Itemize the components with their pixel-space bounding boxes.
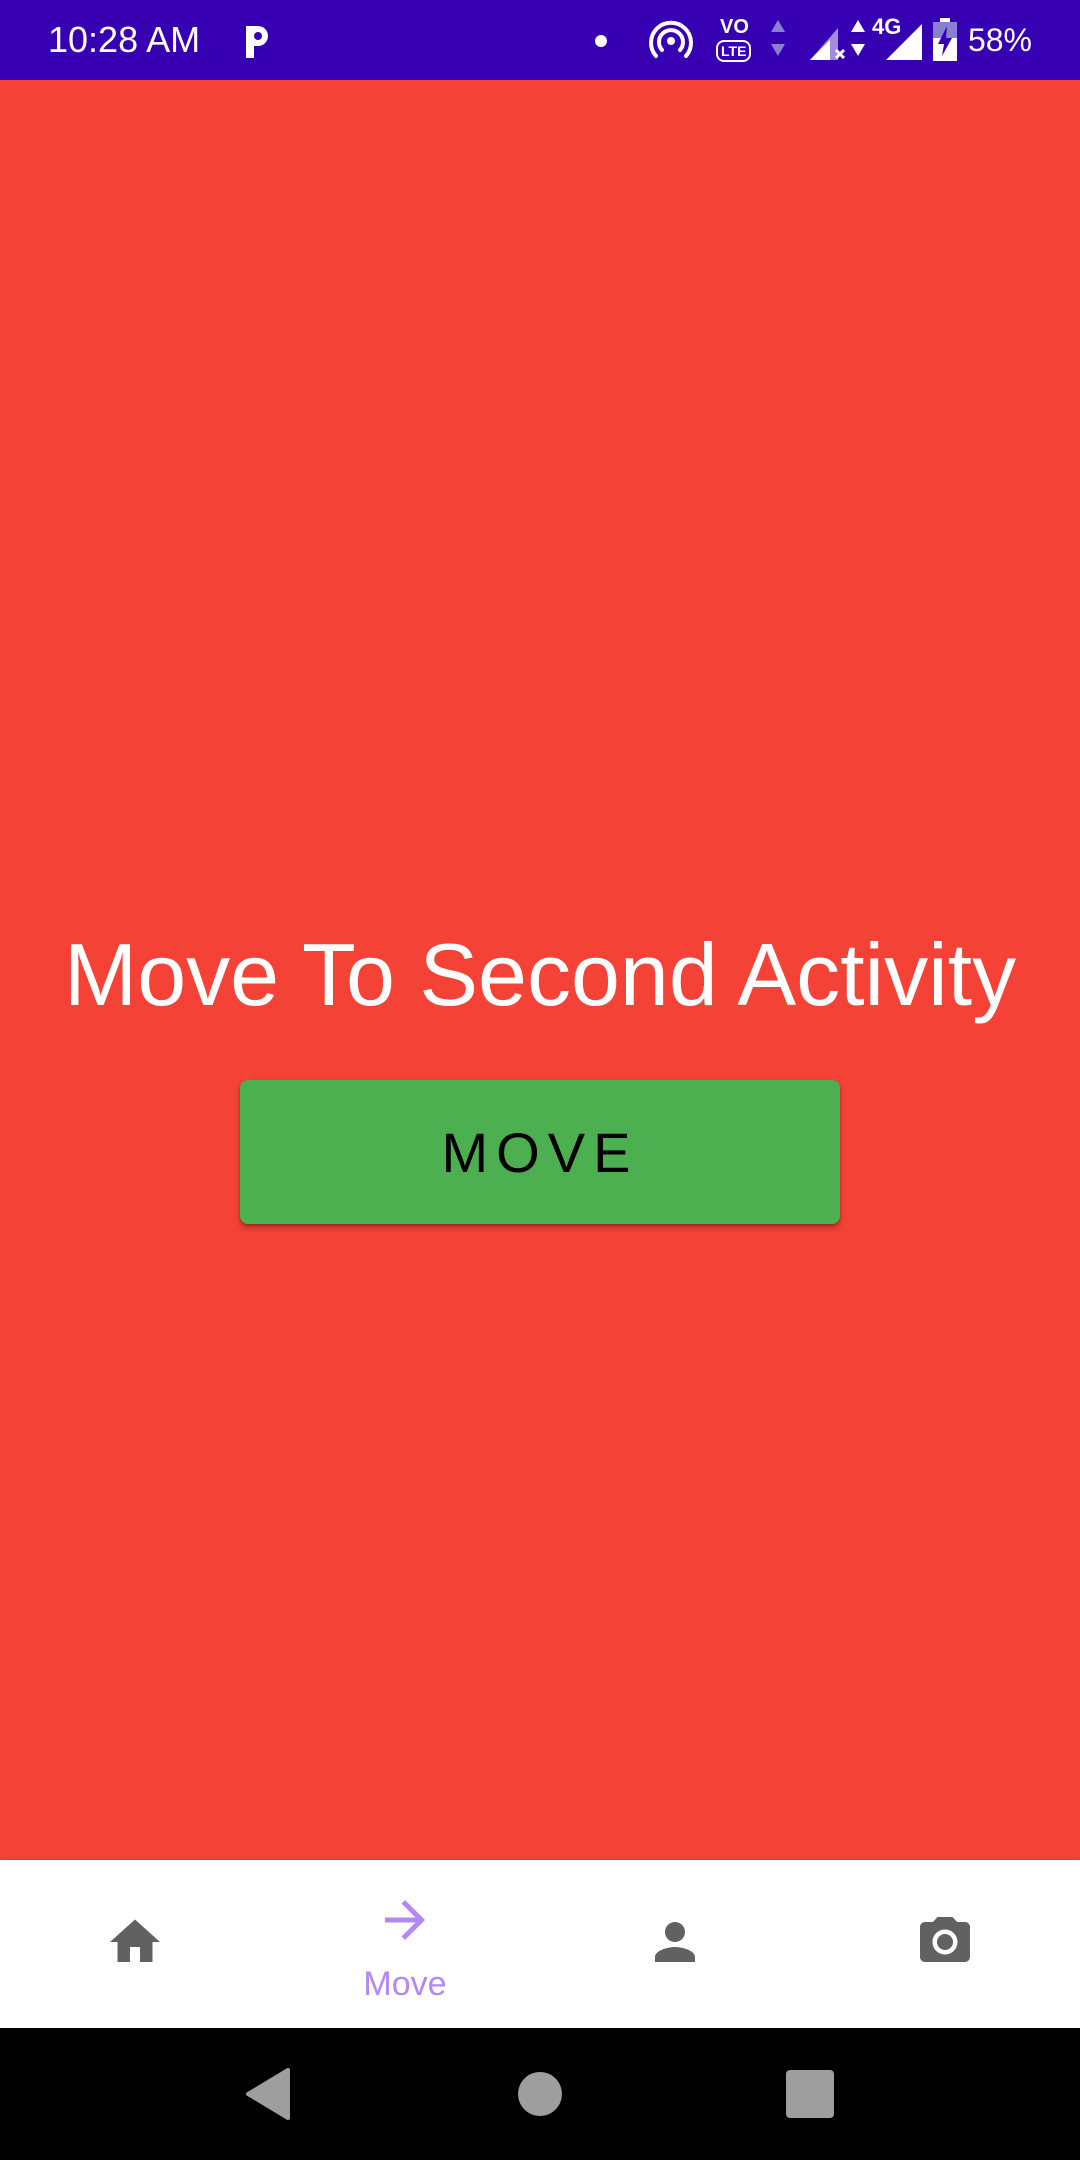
home-circle-icon[interactable] xyxy=(510,2064,570,2124)
notification-dot-icon xyxy=(595,35,607,47)
home-icon xyxy=(110,1919,160,1962)
person-icon xyxy=(655,1922,695,1962)
data-arrows-icon xyxy=(771,20,785,56)
data-activity-icon xyxy=(851,20,865,56)
nav-item-camera[interactable] xyxy=(810,1860,1080,2028)
page-title: Move To Second Activity xyxy=(63,925,1017,1024)
lte-label: LTE xyxy=(716,40,752,62)
battery-percent: 58% xyxy=(967,22,1032,58)
recents-icon[interactable] xyxy=(780,2064,840,2124)
nav-label-move: Move xyxy=(363,1965,447,2003)
camera-icon xyxy=(920,1917,970,1962)
signal-no-service-icon xyxy=(810,28,846,60)
nav-item-home[interactable] xyxy=(0,1860,270,2028)
p-app-icon xyxy=(246,26,268,58)
main-content: Move To Second Activity MOVE xyxy=(0,80,1080,1860)
volte-label: VO xyxy=(720,16,749,38)
arrow-forward-icon xyxy=(385,1900,425,1940)
back-icon[interactable] xyxy=(240,2064,300,2124)
volte-icon: VO LTE xyxy=(716,14,760,64)
status-bar: 10:28 AM VO LTE 4G 58% xyxy=(0,0,1080,80)
status-time: 10:28 AM xyxy=(48,19,201,60)
nav-item-profile[interactable] xyxy=(540,1860,810,2028)
nav-item-move[interactable]: Move xyxy=(270,1860,540,2028)
screen: 10:28 AM VO LTE 4G 58% Move To Second Ac… xyxy=(0,0,1080,2160)
move-button[interactable]: MOVE xyxy=(240,1080,840,1224)
battery-charging-icon xyxy=(933,18,957,61)
bottom-navigation: Move xyxy=(0,1860,1080,2028)
system-navigation-bar xyxy=(0,2028,1080,2160)
hotspot-icon xyxy=(649,20,693,58)
signal-icon xyxy=(886,24,922,60)
